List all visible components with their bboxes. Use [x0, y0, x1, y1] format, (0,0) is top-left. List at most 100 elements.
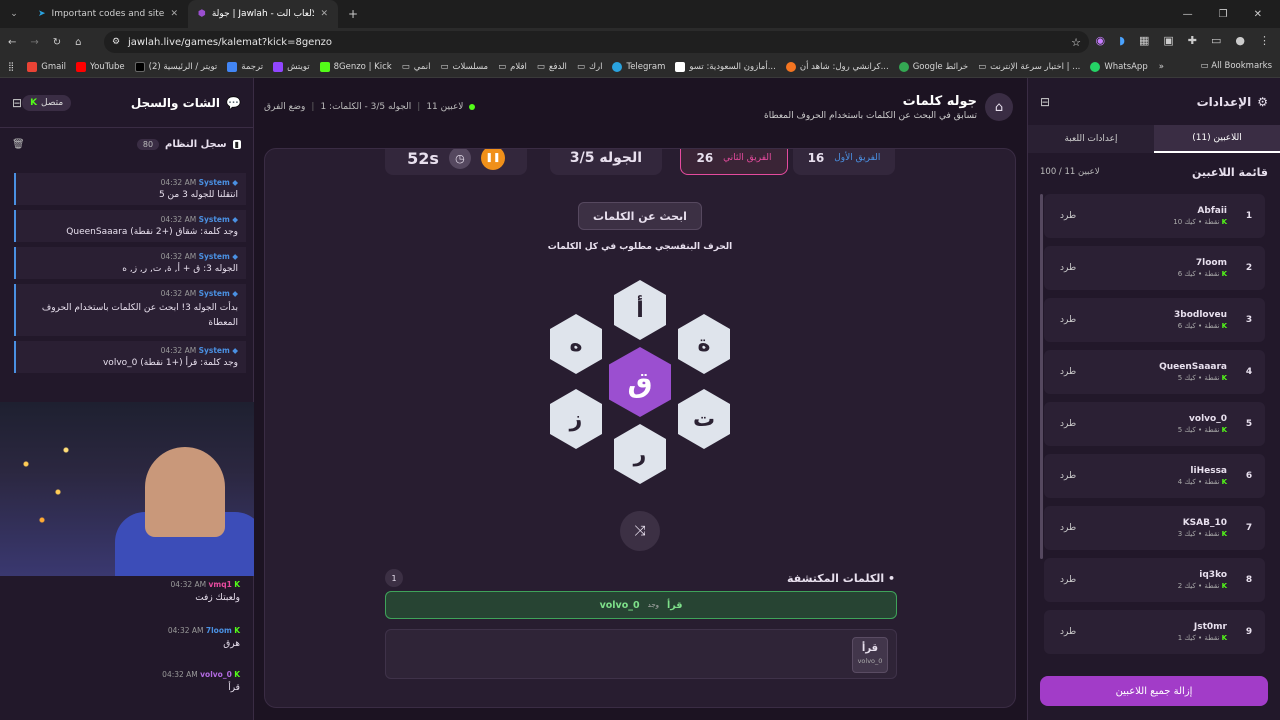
sidebar-icon[interactable]: ▭: [1211, 34, 1221, 47]
kick-player-button[interactable]: طرد: [1060, 523, 1076, 533]
kick-player-button[interactable]: طرد: [1060, 211, 1076, 221]
found-words-header: 1 الكلمات المكتشفة •: [385, 569, 895, 587]
kick-player-button[interactable]: طرد: [1060, 471, 1076, 481]
bookmark-item[interactable]: Telegram: [607, 61, 670, 72]
folder-icon: ▭: [440, 61, 449, 72]
address-bar-row: ← → ↻ ⌂ ⚙ jawlah.live/games/kalemat?kick…: [0, 28, 1280, 56]
bookmark-item[interactable]: أمازون السعودية: تسو...: [670, 61, 780, 72]
kick-icon: K: [1221, 478, 1227, 486]
kick-icon: K: [1221, 218, 1227, 226]
all-bookmarks[interactable]: ▭ All Bookmarks: [1201, 61, 1272, 71]
more-bookmarks-icon[interactable]: »: [1153, 62, 1170, 72]
bookmark-star-icon[interactable]: ☆: [1071, 36, 1081, 49]
gear-icon: ⚙: [1257, 94, 1268, 109]
kick-icon: K: [234, 626, 240, 635]
letter-tile-top-right[interactable]: ة: [678, 314, 730, 374]
tab-players[interactable]: اللاعبين (11): [1154, 125, 1280, 153]
minimize-icon[interactable]: —: [1183, 9, 1193, 20]
bookmark-item[interactable]: WhatsApp: [1085, 61, 1152, 72]
close-icon[interactable]: ✕: [170, 9, 178, 19]
extension-icon[interactable]: ◉: [1096, 34, 1106, 47]
trash-icon[interactable]: 🗑: [12, 139, 25, 150]
new-tab-icon[interactable]: +: [338, 7, 368, 21]
kick-icon: K: [1221, 426, 1227, 434]
bookmark-item[interactable]: Google خرائط: [894, 61, 973, 72]
player-row: طرد Jst0mr 1 نقطة • كيك K 9: [1044, 610, 1265, 654]
site-info-icon[interactable]: ⚙: [112, 37, 120, 47]
player-list-scrollbar[interactable]: [1040, 194, 1043, 559]
system-badge-icon: ◆: [232, 346, 238, 355]
bookmark-favicon-icon: [785, 61, 796, 72]
letter-tile-top-left[interactable]: ه: [550, 314, 602, 374]
player-row: طرد QueenSaaara 5 نقطة • كيك K 4: [1044, 350, 1265, 394]
reload-icon[interactable]: ↻: [53, 37, 61, 48]
words-box: قرأ volvo_0: [385, 629, 897, 679]
home-icon[interactable]: ⌂: [75, 37, 81, 48]
log-count-badge: 80: [136, 138, 160, 150]
tab-game-settings[interactable]: إعدادات اللعبة: [1028, 125, 1154, 153]
kick-player-button[interactable]: طرد: [1060, 263, 1076, 273]
tab-search-icon[interactable]: ⌄: [0, 9, 28, 19]
bookmark-item[interactable]: Gmail: [22, 61, 71, 72]
extension-icon[interactable]: ▣: [1163, 34, 1173, 47]
browser-tab[interactable]: ➤ Important codes and sites | عجيبة ✕: [28, 0, 188, 28]
bookmark-item[interactable]: تويتش: [268, 61, 315, 72]
kick-player-button[interactable]: طرد: [1060, 315, 1076, 325]
maximize-icon[interactable]: ❐: [1219, 9, 1228, 20]
extension-icon[interactable]: ▦: [1139, 34, 1149, 47]
extension-icon[interactable]: ◗: [1119, 34, 1125, 47]
home-button[interactable]: ⌂: [985, 93, 1013, 121]
kick-player-button[interactable]: طرد: [1060, 367, 1076, 377]
browser-tab-active[interactable]: ⬢ جولة | Jawlah - منصة الألعاب الت... ✕: [188, 0, 338, 28]
letter-tile-center[interactable]: ق: [609, 347, 671, 417]
bookmark-item[interactable]: كرانشي رول: شاهد أن...: [781, 61, 894, 72]
letter-tile-bottom-right[interactable]: ت: [678, 389, 730, 449]
forward-icon[interactable]: →: [30, 37, 38, 48]
collapse-panel-icon[interactable]: ⊟: [1040, 95, 1050, 109]
bookmark-item[interactable]: ▭ اختبار سرعة الإنترنت | ...: [973, 62, 1085, 72]
settings-tabs: إعدادات اللعبة اللاعبين (11): [1028, 125, 1280, 153]
player-list-title: قائمة اللاعبين: [1192, 165, 1268, 179]
letter-tile-bottom[interactable]: ر: [614, 424, 666, 484]
apps-grid-icon[interactable]: ⣿: [6, 62, 22, 72]
shuffle-button[interactable]: ⤨: [620, 511, 660, 551]
kick-player-button[interactable]: طرد: [1060, 627, 1076, 637]
back-icon[interactable]: ←: [8, 37, 16, 48]
bookmarks-bar: ⣿ Gmail YouTube (2) تويتر / الرئيسية ترج…: [0, 56, 1280, 78]
kick-player-button[interactable]: طرد: [1060, 575, 1076, 585]
menu-kebab-icon[interactable]: ⋮: [1259, 34, 1270, 47]
bookmark-item[interactable]: YouTube: [71, 61, 130, 72]
browser-tab-strip: ⌄ ➤ Important codes and sites | عجيبة ✕ …: [0, 0, 1280, 28]
letter-tile-top[interactable]: أ: [614, 280, 666, 340]
letter-tile-bottom-left[interactable]: ز: [550, 389, 602, 449]
find-words-button[interactable]: ابحث عن الكلمات: [578, 202, 702, 230]
bookmark-favicon-icon: [134, 61, 145, 72]
team2-card: 26 الفريق الثاني: [680, 149, 788, 175]
close-icon[interactable]: ✕: [320, 9, 328, 19]
team1-card: 16 الفريق الأول: [793, 149, 895, 175]
extensions-puzzle-icon[interactable]: ✚: [1188, 34, 1197, 47]
bookmark-item[interactable]: ▭ الدفع: [532, 62, 572, 72]
bookmark-item[interactable]: (2) تويتر / الرئيسية: [130, 61, 223, 72]
bookmark-favicon-icon: [27, 61, 38, 72]
collapse-panel-icon[interactable]: ⊟: [12, 96, 22, 110]
pause-button[interactable]: ❚❚: [480, 149, 505, 170]
bookmark-favicon-icon: [76, 61, 87, 72]
bookmark-item[interactable]: ▭ افلام: [493, 62, 532, 72]
bookmark-item[interactable]: 8Genzo | Kick: [315, 61, 397, 72]
game-area: وضع الفرق | الجوله 3/5 - الكلمات: 1 | 11…: [254, 78, 1027, 720]
url-bar[interactable]: ⚙ jawlah.live/games/kalemat?kick=8genzo …: [104, 31, 1089, 53]
kick-player-button[interactable]: طرد: [1060, 419, 1076, 429]
bookmark-item[interactable]: ▭ مسلسلات: [435, 62, 493, 72]
close-window-icon[interactable]: ✕: [1254, 9, 1262, 20]
chat-panel: ⊟ K متصل الشات والسجل 💬 🗑 80 سجل النظام …: [0, 78, 254, 720]
kick-icon: K: [1221, 374, 1227, 382]
bookmark-item[interactable]: ▭ ارك: [572, 62, 608, 72]
profile-avatar[interactable]: ●: [1235, 34, 1245, 47]
system-badge-icon: ◆: [232, 215, 238, 224]
bookmark-item[interactable]: ترجمة: [222, 61, 268, 72]
jawlah-icon: ⬢: [198, 9, 206, 19]
bookmark-favicon-icon: [612, 61, 623, 72]
remove-all-players-button[interactable]: إزالة جميع اللاعبين: [1040, 676, 1268, 706]
bookmark-item[interactable]: ▭ انمي: [397, 62, 436, 72]
